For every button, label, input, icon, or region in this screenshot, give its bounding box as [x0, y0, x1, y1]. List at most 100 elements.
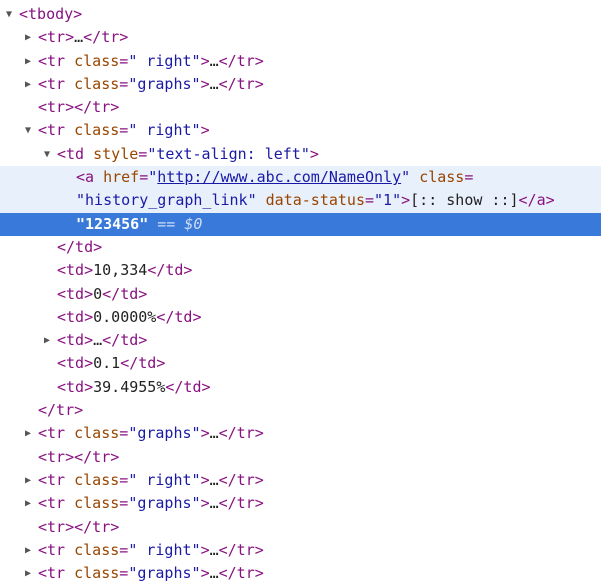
tag-token: </td> — [102, 331, 148, 350]
href-link[interactable]: http://www.abc.com/NameOnly — [157, 168, 401, 186]
attribute-name: style — [93, 144, 139, 163]
expand-arrow-right-icon[interactable]: ▶ — [22, 469, 34, 492]
dom-node-row[interactable]: <tr></tr> — [0, 96, 601, 119]
node-markup: <tr></tr> — [38, 446, 119, 469]
dom-node-row[interactable]: </tr> — [0, 399, 601, 422]
expand-arrow-right-icon[interactable]: ▶ — [22, 492, 34, 515]
tag-token: = — [119, 564, 129, 583]
tag-token: </tr> — [218, 540, 264, 559]
text-node — [410, 168, 419, 186]
attribute-name: class — [74, 51, 120, 70]
tag-token: > — [200, 494, 210, 513]
tag-token: <td> — [57, 354, 94, 373]
node-markup: <tr class=" right">…</tr> — [38, 469, 264, 492]
tag-token: = — [139, 168, 149, 187]
tag-token: <tr — [38, 51, 75, 70]
dom-node-row[interactable]: ▶ <td>…</td> — [0, 329, 601, 352]
text-node: … — [209, 540, 219, 559]
dom-node-row[interactable]: ▶ <tr class=" right">…</tr> — [0, 50, 601, 73]
dom-node-row[interactable]: <td>10,334</td> — [0, 259, 601, 282]
node-markup: <tr class=" right">…</tr> — [38, 539, 264, 562]
dom-node-row[interactable]: ▶ <tr class="graphs">…</tr> — [0, 562, 601, 585]
node-markup: <td style="text-align: left"> — [57, 143, 319, 166]
tag-token: <tr — [38, 540, 75, 559]
tag-token: </tr> — [218, 564, 264, 583]
tag-token: > — [309, 144, 319, 163]
dom-node-row[interactable]: ▶ <tr class="graphs">…</tr> — [0, 422, 601, 445]
expand-arrow-down-icon[interactable]: ▼ — [3, 3, 15, 26]
attribute-name: data-status — [265, 191, 365, 210]
text-node: 0 — [93, 284, 103, 303]
node-markup: <tr class="graphs">…</tr> — [38, 73, 264, 96]
attribute-value: "graphs" — [128, 74, 201, 93]
tag-token: = — [119, 494, 129, 513]
text-node: … — [209, 51, 219, 70]
dom-node-row[interactable]: ▼ <td style="text-align: left"> — [0, 143, 601, 166]
text-node: … — [209, 470, 219, 489]
dom-node-row[interactable]: ▶ <tr class=" right">…</tr> — [0, 539, 601, 562]
tag-token: </td> — [120, 354, 166, 373]
dom-node-row[interactable]: <a href="http://www.abc.com/NameOnly" cl… — [0, 166, 601, 190]
tag-token: </tr> — [218, 51, 264, 70]
expand-arrow-right-icon[interactable]: ▶ — [22, 562, 34, 585]
dom-node-row[interactable]: <tr></tr> — [0, 516, 601, 539]
expand-arrow-right-icon[interactable]: ▶ — [22, 26, 34, 49]
node-markup: </tr> — [38, 399, 83, 422]
expand-arrow-down-icon[interactable]: ▼ — [41, 143, 53, 166]
expand-arrow-right-icon[interactable]: ▶ — [22, 73, 34, 96]
expand-arrow-right-icon[interactable]: ▶ — [22, 50, 34, 73]
attribute-value: " right" — [128, 470, 201, 489]
dom-node-row[interactable]: ▶ <tr>…</tr> — [0, 26, 601, 49]
dom-node-row[interactable]: "history_graph_link" data-status="1">[::… — [0, 189, 601, 213]
selected-node-row[interactable]: "123456" == $0 — [0, 212, 601, 236]
text-node: … — [209, 564, 219, 583]
tag-token: <td> — [57, 261, 94, 280]
attribute-name: class — [74, 470, 120, 489]
dom-node-row[interactable]: <td>39.4955%</td> — [0, 376, 601, 399]
attribute-name: class — [74, 424, 120, 443]
tag-token: </td> — [102, 284, 148, 303]
text-node: … — [209, 424, 219, 443]
tag-token: <td> — [57, 377, 94, 396]
tag-token: > — [200, 540, 210, 559]
node-markup: <tr class="graphs">…</tr> — [38, 562, 264, 585]
tag-token: = — [119, 470, 129, 489]
tag-token: <td> — [57, 307, 94, 326]
dom-node-row[interactable]: <td>0.1</td> — [0, 352, 601, 375]
node-markup: <td>10,334</td> — [57, 259, 192, 282]
tag-token: > — [200, 121, 210, 140]
dom-node-row[interactable]: ▼ <tbody> — [0, 3, 601, 26]
dom-node-row[interactable]: <td>0</td> — [0, 283, 601, 306]
tag-token: = — [119, 540, 129, 559]
dom-node-row[interactable]: </td> — [0, 236, 601, 259]
node-markup: "123456" == $0 — [76, 213, 202, 236]
tag-token: > — [200, 51, 210, 70]
text-node: 0.0000% — [93, 307, 157, 326]
dom-node-row[interactable]: ▼ <tr class=" right"> — [0, 119, 601, 142]
expand-arrow-right-icon[interactable]: ▶ — [22, 539, 34, 562]
tag-token: = — [119, 424, 129, 443]
dom-node-row[interactable]: ▶ <tr class="graphs">…</tr> — [0, 73, 601, 96]
dom-node-row[interactable]: ▶ <tr class=" right">…</tr> — [0, 469, 601, 492]
expand-arrow-down-icon[interactable]: ▼ — [22, 119, 34, 142]
tag-token: <tr — [38, 494, 75, 513]
expand-arrow-right-icon[interactable]: ▶ — [41, 329, 53, 352]
expand-arrow-right-icon[interactable]: ▶ — [22, 422, 34, 445]
tag-token: = — [464, 168, 474, 187]
node-markup: <tr class="graphs">…</tr> — [38, 492, 264, 515]
dom-tree: ▼ <tbody> ▶ <tr>…</tr> ▶ <tr class=" right">…… — [0, 3, 601, 585]
text-node: [:: show ::] — [410, 191, 519, 210]
dom-node-row[interactable]: <td>0.0000%</td> — [0, 306, 601, 329]
tag-token: > — [200, 74, 210, 93]
tag-token: <tr — [38, 121, 75, 140]
node-markup: </td> — [57, 236, 102, 259]
dom-node-row[interactable]: <tr></tr> — [0, 446, 601, 469]
dom-node-row[interactable]: ▶ <tr class="graphs">…</tr> — [0, 492, 601, 515]
attribute-value: "1" — [374, 191, 402, 210]
attribute-value: "graphs" — [128, 424, 201, 443]
attribute-name: href — [103, 168, 140, 187]
attribute-value: "history_graph_link" — [76, 191, 257, 210]
node-markup: <td>0.0000%</td> — [57, 306, 202, 329]
node-markup: "history_graph_link" data-status="1">[::… — [76, 189, 555, 212]
attribute-name: class — [74, 540, 120, 559]
